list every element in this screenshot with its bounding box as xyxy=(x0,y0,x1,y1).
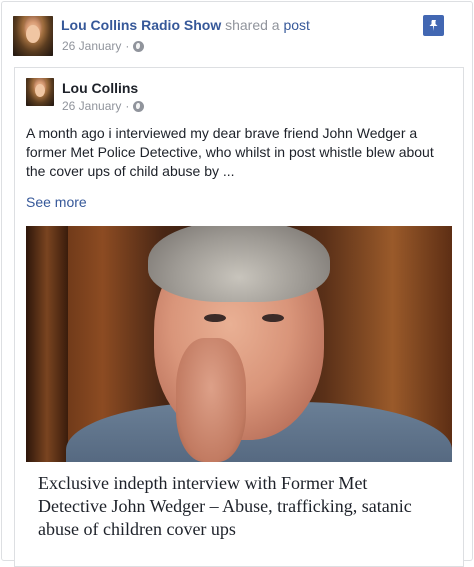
avatar-face xyxy=(34,84,46,98)
author-name-link[interactable]: Lou Collins xyxy=(62,80,138,96)
meta-separator: · xyxy=(125,99,130,113)
meta-separator: · xyxy=(125,39,130,53)
see-more-link[interactable]: See more xyxy=(26,194,87,210)
shared-date[interactable]: 26 January xyxy=(62,99,121,113)
shared-content: Lou Collins 26 January · A month ago i i… xyxy=(14,67,464,567)
post-meta: 26 January · xyxy=(62,39,145,53)
page-avatar[interactable] xyxy=(13,16,53,56)
photo-hand xyxy=(176,338,246,462)
article-image[interactable] xyxy=(26,226,452,462)
post-link[interactable]: post xyxy=(283,17,309,33)
author-avatar[interactable] xyxy=(26,78,54,106)
globe-icon[interactable] xyxy=(133,40,145,52)
shared-post-card: Lou Collins Radio Show shared a post 26 … xyxy=(1,1,473,567)
photo-eye-left xyxy=(204,314,226,322)
photo-hair xyxy=(148,226,330,302)
pin-button[interactable] xyxy=(423,15,444,36)
post-body-text: A month ago i interviewed my dear brave … xyxy=(26,125,434,179)
background-door xyxy=(26,226,68,462)
photo-eye-right xyxy=(262,314,284,322)
pin-icon xyxy=(429,20,438,31)
post-date[interactable]: 26 January xyxy=(62,39,121,53)
shared-meta: 26 January · xyxy=(62,99,145,113)
post-header: Lou Collins Radio Show shared a post xyxy=(61,17,310,33)
globe-icon[interactable] xyxy=(133,100,145,112)
article-title-link[interactable]: Exclusive indepth interview with Former … xyxy=(26,462,452,541)
page-name-link[interactable]: Lou Collins Radio Show xyxy=(61,17,221,33)
shared-text: shared a xyxy=(221,17,284,33)
